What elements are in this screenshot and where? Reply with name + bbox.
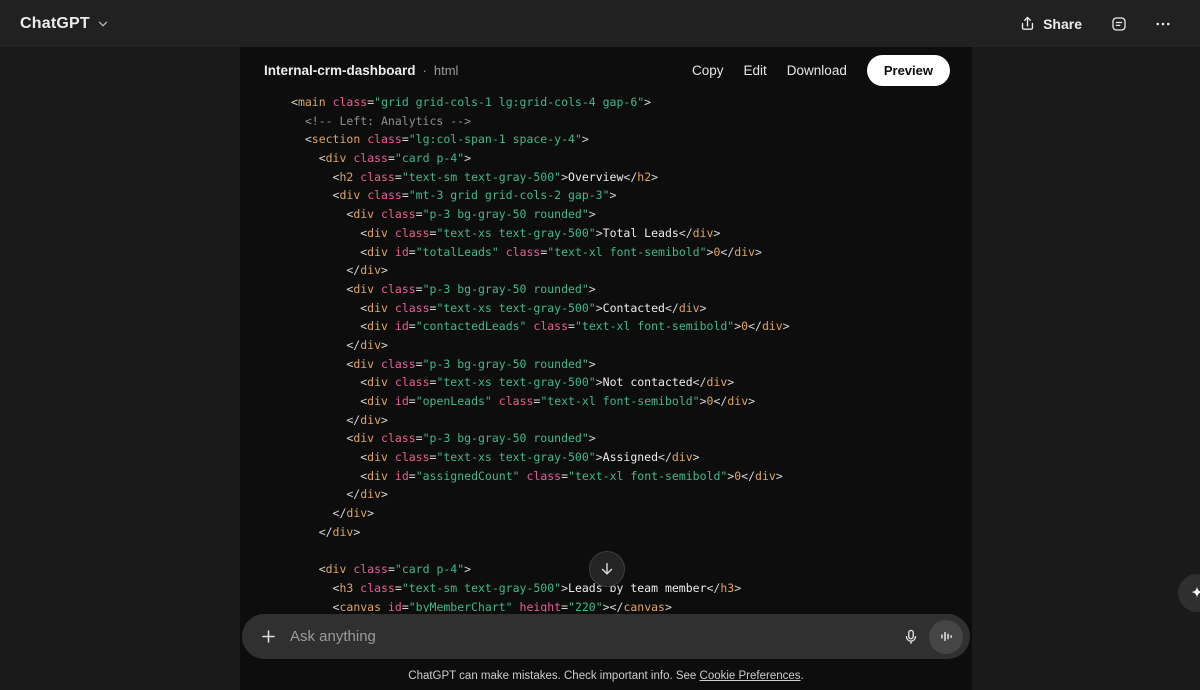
app-title: ChatGPT — [20, 14, 90, 32]
document-title: Internal-crm-dashboard — [264, 62, 416, 78]
share-button-label: Share — [1043, 15, 1082, 32]
code-line: <div class="card p-4"> — [291, 151, 472, 166]
code-line: <div class="p-3 bg-gray-50 rounded"> — [291, 356, 596, 371]
code-line: <h2 class="text-sm text-gray-500">Overvi… — [291, 169, 659, 184]
code-line: </div> — [291, 487, 388, 502]
code-line: </div> — [291, 263, 388, 278]
copy-button[interactable]: Copy — [692, 63, 724, 78]
message-input[interactable] — [290, 628, 895, 645]
canvas-actions: Copy Edit Download Preview — [692, 54, 950, 86]
ellipsis-icon — [1154, 15, 1172, 33]
code-line: <div class="card p-4"> — [291, 562, 472, 577]
code-line: <div class="p-3 bg-gray-50 rounded"> — [291, 207, 596, 222]
canvas-panel: Internal-crm-dashboard · html Copy Edit … — [240, 47, 972, 690]
attach-button[interactable] — [252, 621, 284, 653]
code-line: <section class="lg:col-span-1 space-y-4"… — [291, 132, 589, 147]
preview-button[interactable]: Preview — [866, 54, 950, 86]
download-button[interactable]: Download — [787, 63, 847, 78]
code-line: <div class="mt-3 grid grid-cols-2 gap-3"… — [291, 188, 617, 203]
code-line: <div id="assignedCount" class="text-xl f… — [291, 468, 783, 483]
code-line: <div id="totalLeads" class="text-xl font… — [291, 244, 762, 259]
code-line: </div> — [291, 337, 388, 352]
dictate-button[interactable] — [895, 621, 927, 653]
code-line: </div> — [291, 524, 361, 539]
edit-button[interactable]: Edit — [744, 63, 767, 78]
scroll-to-bottom-button[interactable] — [589, 551, 625, 587]
code-editor[interactable]: <main class="grid grid-cols-1 lg:grid-co… — [240, 93, 972, 612]
document-language: html — [433, 62, 459, 78]
audio-waveform-icon — [938, 628, 955, 645]
sparkle-button[interactable] — [1178, 574, 1200, 612]
disclaimer-text: ChatGPT can make mistakes. Check importa… — [408, 670, 700, 682]
code-line: <div class="text-xs text-gray-500">Not c… — [291, 375, 735, 390]
share-icon — [1019, 15, 1036, 32]
code-line: <div id="contactedLeads" class="text-xl … — [291, 319, 790, 334]
canvas-toggle-button[interactable] — [1102, 7, 1136, 41]
code-line: <!-- Left: Analytics --> — [291, 113, 472, 128]
code-line: </div> — [291, 506, 375, 521]
chevron-down-icon — [96, 17, 110, 31]
share-button[interactable]: Share — [1009, 9, 1092, 38]
title-divider: · — [422, 62, 427, 78]
more-options-button[interactable] — [1146, 7, 1180, 41]
top-bar-actions: Share — [1009, 7, 1180, 41]
microphone-icon — [902, 628, 920, 646]
canvas-title-group[interactable]: Internal-crm-dashboard · html — [264, 63, 458, 78]
code-line: <div class="text-xs text-gray-500">Assig… — [291, 450, 700, 465]
sparkle-icon — [1189, 585, 1200, 601]
code-line: <main class="grid grid-cols-1 lg:grid-co… — [291, 95, 652, 109]
code-line: <div class="text-xs text-gray-500">Total… — [291, 225, 721, 240]
canvas-document-icon — [1110, 15, 1128, 33]
composer[interactable] — [242, 614, 970, 659]
code-line: <div class="text-xs text-gray-500">Conta… — [291, 300, 707, 315]
cookie-preferences-link[interactable]: Cookie Preferences — [700, 670, 801, 682]
code-line: <div id="openLeads" class="text-xl font-… — [291, 394, 756, 408]
disclaimer-period: . — [800, 670, 804, 682]
code-line: <canvas id="byMemberChart" height="220">… — [291, 599, 672, 612]
code-line: <div class="p-3 bg-gray-50 rounded"> — [291, 431, 596, 446]
arrow-down-icon — [598, 560, 616, 578]
code-line: <div class="p-3 bg-gray-50 rounded"> — [291, 281, 596, 296]
voice-mode-button[interactable] — [929, 619, 963, 654]
code-line: <h3 class="text-sm text-gray-500">Leads … — [291, 580, 742, 595]
canvas-header: Internal-crm-dashboard · html Copy Edit … — [240, 47, 972, 93]
top-bar: ChatGPT Share — [0, 0, 1200, 47]
plus-icon — [259, 627, 278, 646]
footer-disclaimer: ChatGPT can make mistakes. Check importa… — [240, 670, 972, 682]
code-line: </div> — [291, 412, 388, 427]
model-switcher[interactable]: ChatGPT — [20, 15, 110, 33]
